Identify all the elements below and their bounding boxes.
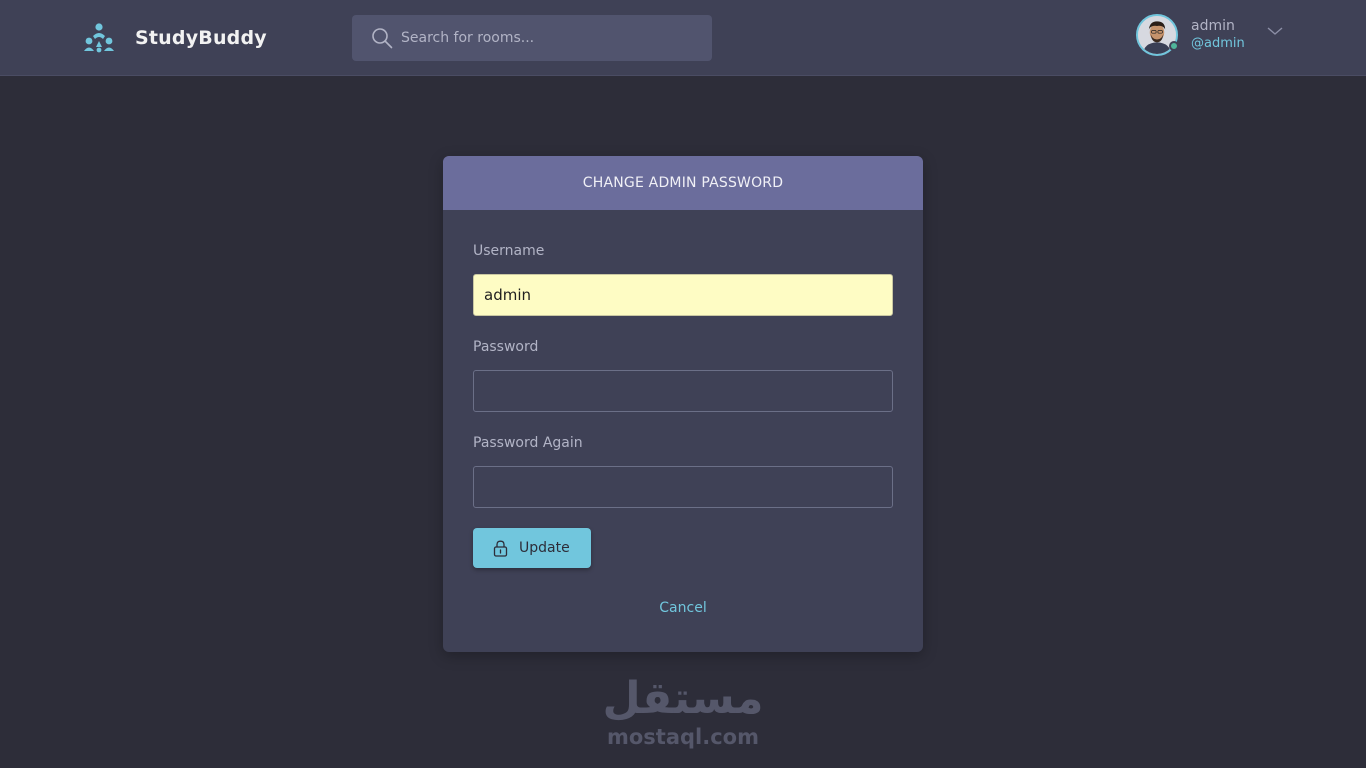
search-icon (372, 28, 393, 49)
user-handle: @admin (1191, 36, 1245, 51)
online-status-indicator (1169, 41, 1179, 51)
watermark-arabic: مستقل (602, 673, 764, 724)
user-name: admin (1191, 18, 1235, 34)
username-field[interactable] (473, 274, 893, 316)
lock-icon (493, 540, 508, 557)
watermark-latin: mostaql.com (607, 725, 759, 749)
top-navbar: StudyBuddy admin @admin (0, 0, 1366, 76)
chevron-down-icon[interactable] (1266, 25, 1284, 37)
user-menu[interactable]: admin @admin (1136, 14, 1286, 58)
cancel-link[interactable]: Cancel (443, 600, 923, 616)
password-field[interactable] (473, 370, 893, 412)
password-label: Password (473, 339, 539, 355)
update-button-label: Update (519, 540, 570, 556)
change-password-card: CHANGE ADMIN PASSWORD Username Password … (443, 156, 923, 652)
brand-name: StudyBuddy (135, 27, 267, 49)
update-button[interactable]: Update (473, 528, 591, 568)
card-title: CHANGE ADMIN PASSWORD (443, 156, 923, 210)
password-again-label: Password Again (473, 435, 583, 451)
search-input[interactable] (401, 15, 701, 61)
password-again-field[interactable] (473, 466, 893, 508)
username-label: Username (473, 243, 545, 259)
watermark: مستقل mostaql.com (598, 674, 768, 756)
brand-logo[interactable]: StudyBuddy (82, 20, 267, 56)
studybuddy-logo-icon (84, 23, 114, 53)
search-bar[interactable] (352, 15, 712, 61)
